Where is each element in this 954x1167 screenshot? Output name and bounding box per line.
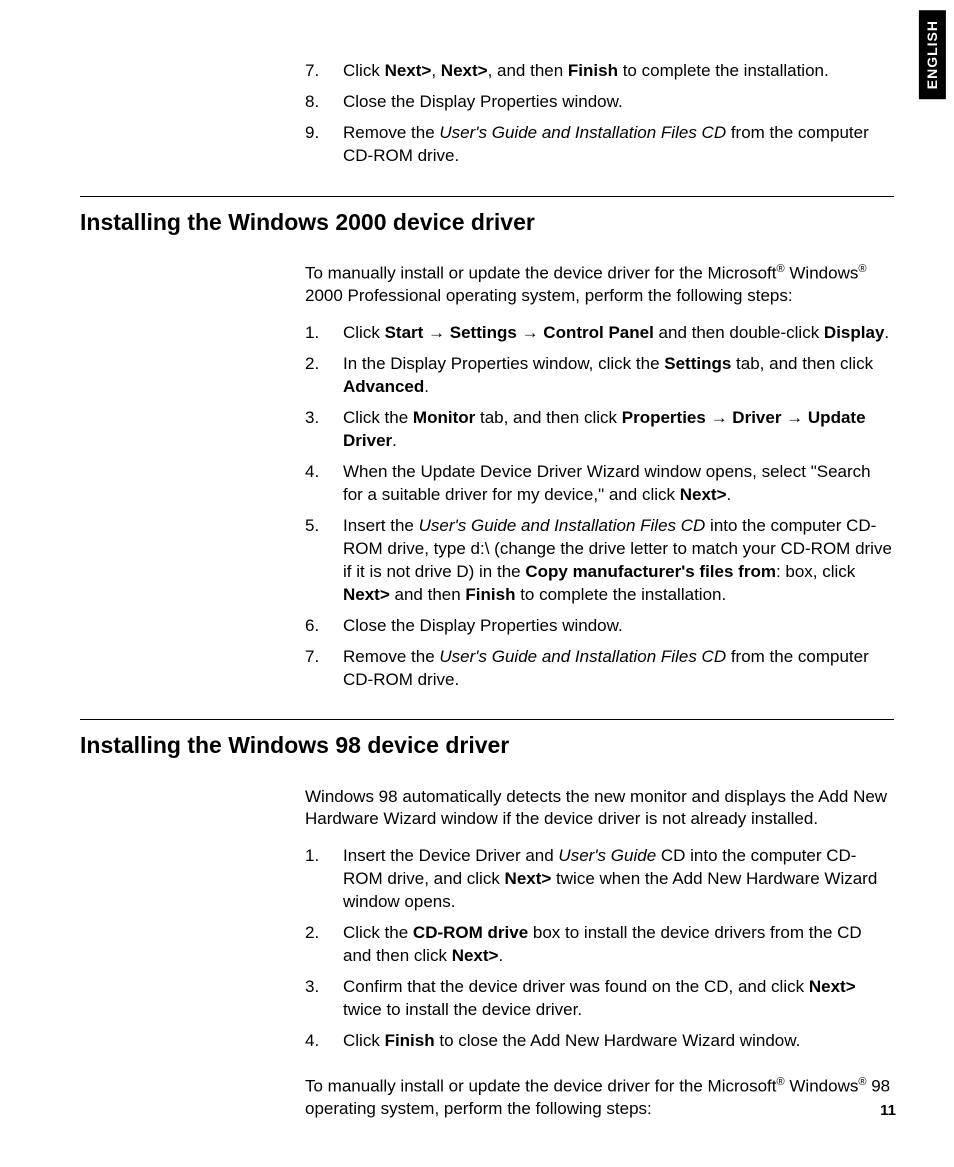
step-text: Click the CD-ROM drive box to install th… <box>343 922 894 968</box>
top-steps-block: 7.Click Next>, Next>, and then Finish to… <box>305 60 894 168</box>
step-item: 1.Insert the Device Driver and User's Gu… <box>305 845 894 914</box>
step-text: Click the Monitor tab, and then click Pr… <box>343 407 894 453</box>
page-number: 11 <box>880 1101 896 1121</box>
section2-intro: Windows 98 automatically detects the new… <box>305 786 894 832</box>
step-item: 3.Click the Monitor tab, and then click … <box>305 407 894 453</box>
step-item: 1.Click Start → Settings → Control Panel… <box>305 322 894 345</box>
section2-steps: 1.Insert the Device Driver and User's Gu… <box>305 845 894 1053</box>
step-item: 7.Click Next>, Next>, and then Finish to… <box>305 60 894 83</box>
step-text: In the Display Properties window, click … <box>343 353 894 399</box>
step-text: Remove the User's Guide and Installation… <box>343 122 894 168</box>
top-steps-list: 7.Click Next>, Next>, and then Finish to… <box>305 60 894 168</box>
section2-outro: To manually install or update the device… <box>305 1075 894 1122</box>
step-item: 8.Close the Display Properties window. <box>305 91 894 114</box>
step-item: 5.Insert the User's Guide and Installati… <box>305 515 894 607</box>
step-number: 5. <box>305 515 343 607</box>
step-item: 4.Click Finish to close the Add New Hard… <box>305 1030 894 1053</box>
step-text: Confirm that the device driver was found… <box>343 976 894 1022</box>
step-number: 9. <box>305 122 343 168</box>
step-text: Insert the User's Guide and Installation… <box>343 515 894 607</box>
heading-win2000: Installing the Windows 2000 device drive… <box>80 207 894 238</box>
step-text: When the Update Device Driver Wizard win… <box>343 461 894 507</box>
step-number: 1. <box>305 845 343 914</box>
step-item: 7.Remove the User's Guide and Installati… <box>305 646 894 692</box>
step-item: 4.When the Update Device Driver Wizard w… <box>305 461 894 507</box>
section1-body: To manually install or update the device… <box>305 262 894 692</box>
step-item: 9.Remove the User's Guide and Installati… <box>305 122 894 168</box>
step-number: 3. <box>305 407 343 453</box>
language-tab: ENGLISH <box>919 10 946 99</box>
step-number: 3. <box>305 976 343 1022</box>
step-text: Click Next>, Next>, and then Finish to c… <box>343 60 894 83</box>
step-text: Close the Display Properties window. <box>343 91 894 114</box>
step-item: 3.Confirm that the device driver was fou… <box>305 976 894 1022</box>
section1-intro: To manually install or update the device… <box>305 262 894 309</box>
section2-body: Windows 98 automatically detects the new… <box>305 786 894 1122</box>
heading-win98: Installing the Windows 98 device driver <box>80 730 894 761</box>
step-item: 6.Close the Display Properties window. <box>305 615 894 638</box>
step-number: 2. <box>305 922 343 968</box>
step-text: Close the Display Properties window. <box>343 615 894 638</box>
page-content: 7.Click Next>, Next>, and then Finish to… <box>0 0 954 1167</box>
section-rule-2 <box>80 719 894 720</box>
step-text: Remove the User's Guide and Installation… <box>343 646 894 692</box>
section-rule-1 <box>80 196 894 197</box>
step-number: 1. <box>305 322 343 345</box>
step-text: Click Finish to close the Add New Hardwa… <box>343 1030 894 1053</box>
step-number: 4. <box>305 1030 343 1053</box>
step-number: 6. <box>305 615 343 638</box>
step-text: Click Start → Settings → Control Panel a… <box>343 322 894 345</box>
step-number: 4. <box>305 461 343 507</box>
step-item: 2.In the Display Properties window, clic… <box>305 353 894 399</box>
step-item: 2.Click the CD-ROM drive box to install … <box>305 922 894 968</box>
step-number: 7. <box>305 60 343 83</box>
section1-steps: 1.Click Start → Settings → Control Panel… <box>305 322 894 691</box>
step-number: 8. <box>305 91 343 114</box>
step-number: 2. <box>305 353 343 399</box>
step-text: Insert the Device Driver and User's Guid… <box>343 845 894 914</box>
step-number: 7. <box>305 646 343 692</box>
